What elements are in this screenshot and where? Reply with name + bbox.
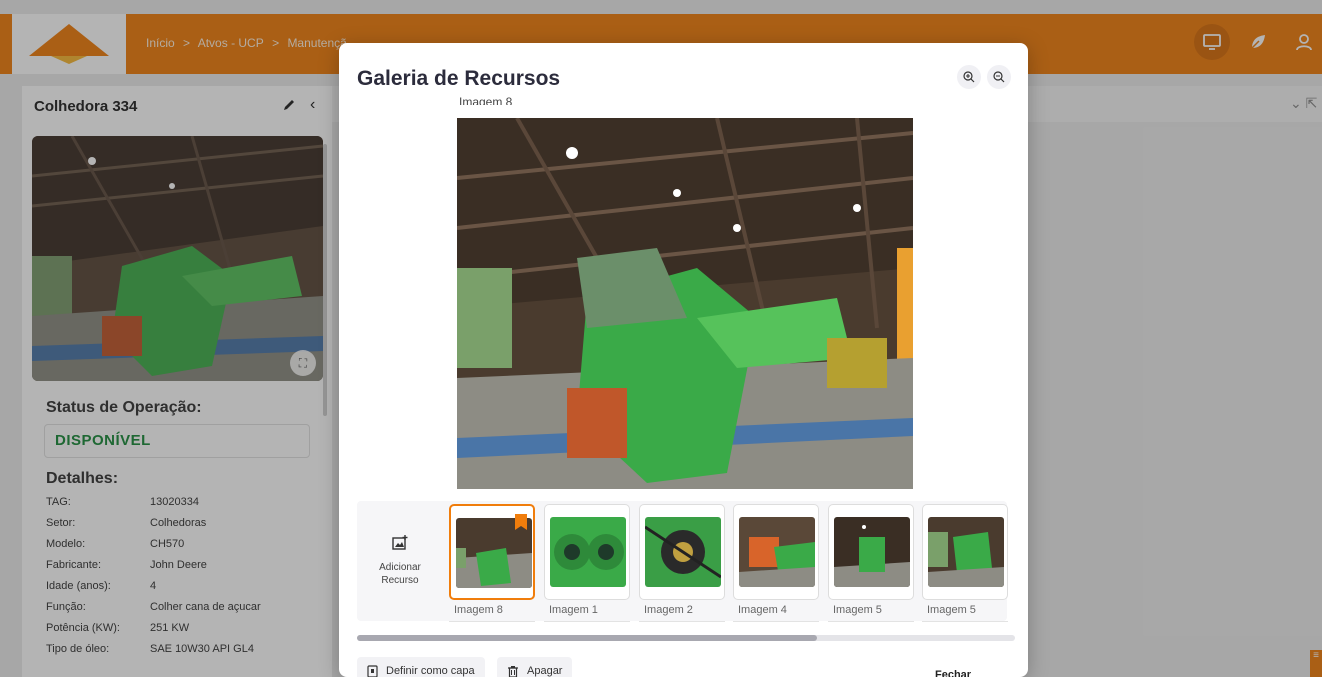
thumbnail[interactable] (544, 504, 630, 600)
cover-icon (367, 664, 378, 677)
thumbnail-label: Imagem 5 (922, 604, 1008, 622)
thumbnail-label: Imagem 2 (639, 604, 725, 622)
delete-button[interactable]: Apagar (497, 657, 573, 677)
close-button[interactable]: Fechar (935, 669, 971, 677)
thumbnail-image (456, 518, 532, 588)
zoom-out-icon (993, 71, 1005, 83)
thumbnail-image (739, 517, 815, 587)
thumbnail-scrollbar-thumb[interactable] (357, 635, 817, 641)
set-cover-button[interactable]: Definir como capa (357, 657, 485, 677)
current-image-label: Imagem 8 (459, 95, 513, 105)
delete-label: Apagar (527, 665, 563, 677)
thumbnail[interactable] (639, 504, 725, 600)
thumbnail-image (645, 517, 721, 587)
thumbnail-label: Imagem 5 (828, 604, 914, 622)
gallery-modal: Galeria de Recursos Imagem 8 Adicionar R… (339, 43, 1028, 677)
thumbnail-image (550, 517, 626, 587)
gallery-main-image (457, 118, 913, 489)
set-cover-label: Definir como capa (386, 665, 475, 677)
thumbnail[interactable] (449, 504, 535, 600)
thumbnail-image (834, 517, 910, 587)
modal-title: Galeria de Recursos (357, 67, 561, 90)
thumbnail[interactable] (922, 504, 1008, 600)
add-image-icon (392, 535, 408, 550)
thumbnail-label: Imagem 8 (449, 604, 535, 622)
thumbnail[interactable] (828, 504, 914, 600)
add-resource-label: Adicionar Recurso (379, 562, 421, 586)
zoom-in-icon (963, 71, 975, 83)
thumbnail-label: Imagem 4 (733, 604, 819, 622)
thumbnail-label: Imagem 1 (544, 604, 630, 622)
thumbnail[interactable] (733, 504, 819, 600)
zoom-out-button[interactable] (987, 65, 1011, 89)
add-resource-button[interactable]: Adicionar Recurso (363, 521, 437, 601)
zoom-in-button[interactable] (957, 65, 981, 89)
thumbnail-image (928, 517, 1004, 587)
trash-icon (508, 665, 518, 677)
